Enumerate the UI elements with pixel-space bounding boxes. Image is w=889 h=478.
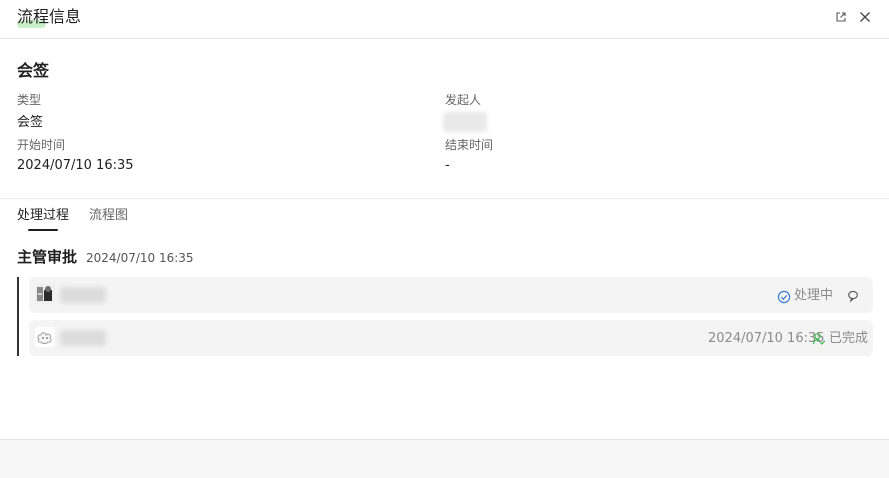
tab-process-history[interactable]: 处理过程 [17, 207, 69, 224]
node-time: 2024/07/10 16:35 [86, 251, 194, 265]
check-circle-icon [777, 289, 791, 304]
user-check-icon [812, 331, 826, 345]
info-section-title: 会签 [17, 61, 50, 80]
task-row: 2024/07/10 16:35 已完成 [29, 320, 873, 356]
panel-footer [0, 439, 889, 478]
assignee-name-redacted [60, 330, 106, 346]
external-link-icon[interactable] [834, 10, 848, 24]
start-time-label: 开始时间 [17, 138, 66, 152]
task-completed-time: 2024/07/10 16:35 [708, 331, 825, 346]
comment-icon[interactable] [846, 288, 860, 303]
node-title: 主管审批 [17, 248, 78, 266]
start-time-value: 2024/07/10 16:35 [17, 158, 134, 173]
active-tab-indicator [28, 229, 58, 231]
section-divider [0, 198, 889, 199]
initiator-value-redacted [443, 112, 487, 132]
panel-header: 流程信息 [0, 0, 889, 39]
avatar [35, 327, 55, 347]
timeline-bar [17, 277, 19, 356]
type-label: 类型 [17, 93, 42, 107]
type-value: 会签 [17, 115, 44, 130]
panel-title: 流程信息 [17, 7, 82, 26]
task-row: 处理中 [29, 277, 873, 313]
avatar [35, 284, 55, 304]
assignee-name-redacted [60, 287, 106, 303]
end-time-label: 结束时间 [445, 138, 494, 152]
task-status: 已完成 [829, 331, 869, 346]
tab-flow-chart[interactable]: 流程图 [89, 207, 128, 224]
end-time-value: - [445, 158, 450, 173]
initiator-label: 发起人 [445, 93, 482, 107]
task-status: 处理中 [794, 288, 834, 303]
close-icon[interactable] [858, 10, 872, 24]
